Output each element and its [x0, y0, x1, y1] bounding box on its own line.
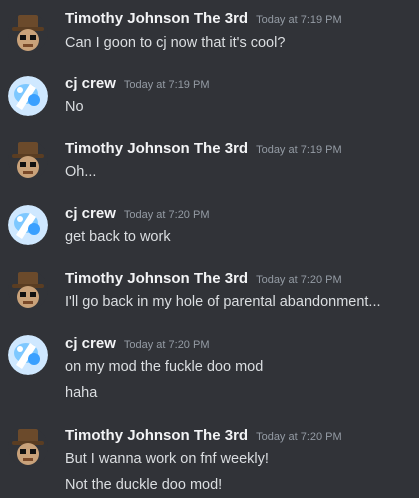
- author-name[interactable]: Timothy Johnson The 3rd: [65, 10, 248, 27]
- message-text: Not the duckle doo mod!: [65, 477, 223, 493]
- author-name[interactable]: cj crew: [65, 75, 116, 92]
- avatar-cj-crew[interactable]: [8, 335, 48, 375]
- timestamp[interactable]: Today at 7:19 PM: [256, 14, 342, 26]
- message-text: Can I goon to cj now that it's cool?: [65, 35, 286, 51]
- author-name[interactable]: Timothy Johnson The 3rd: [65, 270, 248, 287]
- timestamp[interactable]: Today at 7:20 PM: [256, 274, 342, 286]
- avatar-timothy[interactable]: [8, 427, 48, 467]
- timestamp[interactable]: Today at 7:19 PM: [256, 144, 342, 156]
- blue-white-character-icon: [8, 205, 48, 245]
- blue-white-character-icon: [8, 76, 48, 116]
- timestamp[interactable]: Today at 7:20 PM: [124, 339, 210, 351]
- message-text: on my mod the fuckle doo mod: [65, 359, 264, 375]
- message-text: I'll go back in my hole of parental aban…: [65, 294, 381, 310]
- author-name[interactable]: cj crew: [65, 335, 116, 352]
- message-text: haha: [65, 385, 98, 401]
- message-text: But I wanna work on fnf weekly!: [65, 451, 269, 467]
- timestamp[interactable]: Today at 7:20 PM: [124, 209, 210, 221]
- avatar-timothy[interactable]: [8, 270, 48, 310]
- brown-hat-face-icon: [8, 427, 48, 467]
- timestamp[interactable]: Today at 7:19 PM: [124, 79, 210, 91]
- timestamp[interactable]: Today at 7:20 PM: [256, 431, 342, 443]
- brown-hat-face-icon: [8, 140, 48, 180]
- author-name[interactable]: Timothy Johnson The 3rd: [65, 427, 248, 444]
- avatar-cj-crew[interactable]: [8, 76, 48, 116]
- blue-white-character-icon: [8, 335, 48, 375]
- author-name[interactable]: cj crew: [65, 205, 116, 222]
- message-text: get back to work: [65, 229, 171, 245]
- message-text: Oh...: [65, 164, 97, 180]
- author-name[interactable]: Timothy Johnson The 3rd: [65, 140, 248, 157]
- avatar-timothy[interactable]: [8, 140, 48, 180]
- avatar-cj-crew[interactable]: [8, 205, 48, 245]
- brown-hat-face-icon: [8, 270, 48, 310]
- brown-hat-face-icon: [8, 13, 48, 53]
- message-text: No: [65, 99, 84, 115]
- avatar-timothy[interactable]: [8, 13, 48, 53]
